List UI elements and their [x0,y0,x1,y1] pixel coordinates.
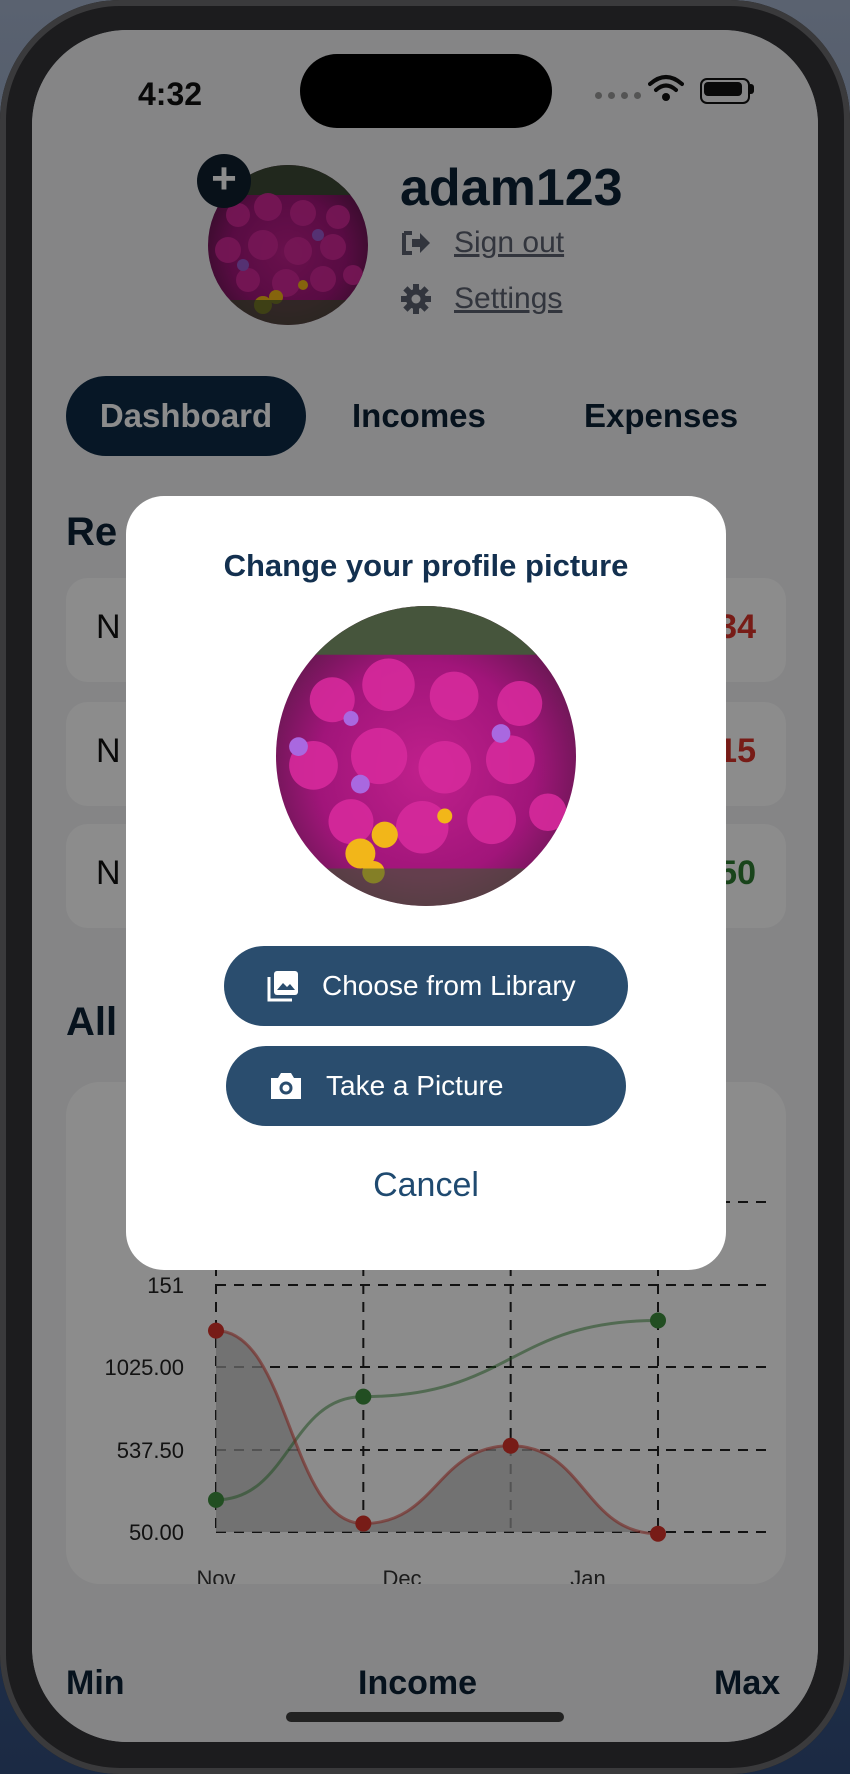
photo-library-icon [267,971,298,1002]
modal-title: Change your profile picture [223,548,629,583]
camera-icon [271,1073,301,1099]
profile-picture-modal: Change your profile picture Choose from … [126,496,726,1270]
app-screen: 4:32 + adam123 Sign out Settings Dashboa… [32,30,818,1742]
library-button-label: Choose from Library [322,970,576,1001]
choose-from-library-button[interactable]: Choose from Library [224,946,628,1026]
profile-photo [276,606,576,906]
profile-photo-preview [276,606,576,906]
take-picture-button[interactable]: Take a Picture [226,1046,626,1126]
cancel-button[interactable]: Cancel [126,1166,726,1205]
camera-button-label: Take a Picture [326,1070,504,1101]
phone-frame: 4:32 + adam123 Sign out Settings Dashboa… [0,0,850,1774]
home-indicator[interactable] [286,1712,564,1722]
